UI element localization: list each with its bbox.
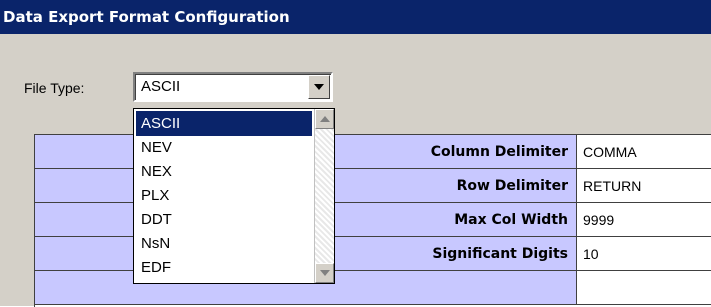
setting-value-cell[interactable] [577,271,711,305]
list-item[interactable]: NsN [136,231,312,256]
list-item[interactable]: DDT [136,207,312,232]
chevron-down-icon[interactable] [308,75,330,99]
significant-digits-label: Significant Digits [432,246,568,262]
significant-digits-field[interactable]: 10 [577,237,711,271]
row-delimiter-value: RETURN [583,178,642,194]
file-type-label: File Type: [24,80,85,96]
window-title: Data Export Format Configuration [0,0,711,34]
file-type-dropdown-list[interactable]: ASCII NEV NEX PLX DDT NsN EDF [133,108,335,284]
file-type-value: ASCII [141,78,181,95]
significant-digits-value: 10 [583,246,599,262]
file-type-select[interactable]: ASCII [133,72,333,102]
list-item[interactable]: PLX [136,183,312,208]
column-delimiter-label: Column Delimiter [430,144,568,160]
row-delimiter-field[interactable]: RETURN [577,169,711,203]
row-delimiter-label: Row Delimiter [456,178,568,194]
list-item[interactable]: NEV [136,135,312,160]
column-delimiter-field[interactable]: COMMA [577,135,711,169]
list-item[interactable]: NEX [136,159,312,184]
list-item[interactable]: ASCII [136,111,312,136]
max-col-width-field[interactable]: 9999 [577,203,711,237]
dropdown-scrollbar[interactable] [314,109,334,283]
scroll-up-icon[interactable] [315,109,334,129]
max-col-width-label: Max Col Width [454,212,568,228]
max-col-width-value: 9999 [583,212,615,228]
scroll-down-icon[interactable] [315,263,334,283]
column-delimiter-value: COMMA [583,144,637,160]
list-item[interactable]: EDF [136,255,312,280]
